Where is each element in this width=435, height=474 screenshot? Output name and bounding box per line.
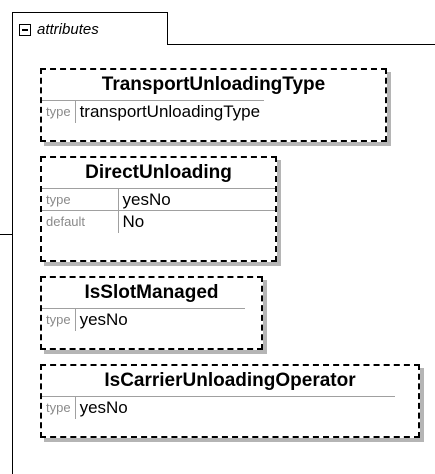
prop-key: default — [42, 210, 119, 233]
prop-key: type — [42, 188, 119, 211]
prop-row: default No — [42, 210, 275, 233]
attribute-props: type yesNo default No — [42, 188, 275, 233]
prop-key: type — [42, 100, 76, 123]
attribute-props: type transportUnloadingType — [42, 100, 265, 123]
attribute-name: IsSlotManaged — [84, 282, 219, 303]
prop-key: type — [42, 308, 76, 331]
attribute-box-is-carrier-unloading-operator[interactable]: IsCarrierUnloadingOperator type yesNo — [40, 364, 420, 438]
attribute-props: type yesNo — [42, 396, 396, 419]
prop-value: No — [117, 210, 275, 233]
attribute-box-is-slot-managed[interactable]: IsSlotManaged type yesNo — [40, 276, 263, 350]
prop-row: type yesNo — [42, 308, 246, 331]
attribute-name: IsCarrierUnloadingOperator — [104, 370, 356, 391]
prop-value: yesNo — [74, 396, 396, 419]
prop-key: type — [42, 396, 76, 419]
attribute-props: type yesNo — [42, 308, 246, 331]
attribute-name: DirectUnloading — [85, 162, 232, 183]
prop-row: type transportUnloadingType — [42, 100, 265, 123]
prop-value: yesNo — [117, 188, 275, 211]
group-label: attributes — [37, 21, 99, 38]
prop-row: type yesNo — [42, 396, 396, 419]
connector-line — [0, 234, 12, 235]
attribute-box-transport-unloading-type[interactable]: TransportUnloadingType type transportUnl… — [40, 68, 387, 142]
prop-value: transportUnloadingType — [74, 100, 265, 123]
prop-value: yesNo — [74, 308, 246, 331]
collapse-icon[interactable] — [19, 24, 31, 36]
prop-row: type yesNo — [42, 188, 275, 211]
attributes-group-tab[interactable]: attributes — [12, 12, 168, 45]
attribute-box-direct-unloading[interactable]: DirectUnloading type yesNo default No — [40, 156, 277, 262]
attribute-name: TransportUnloadingType — [101, 74, 326, 95]
